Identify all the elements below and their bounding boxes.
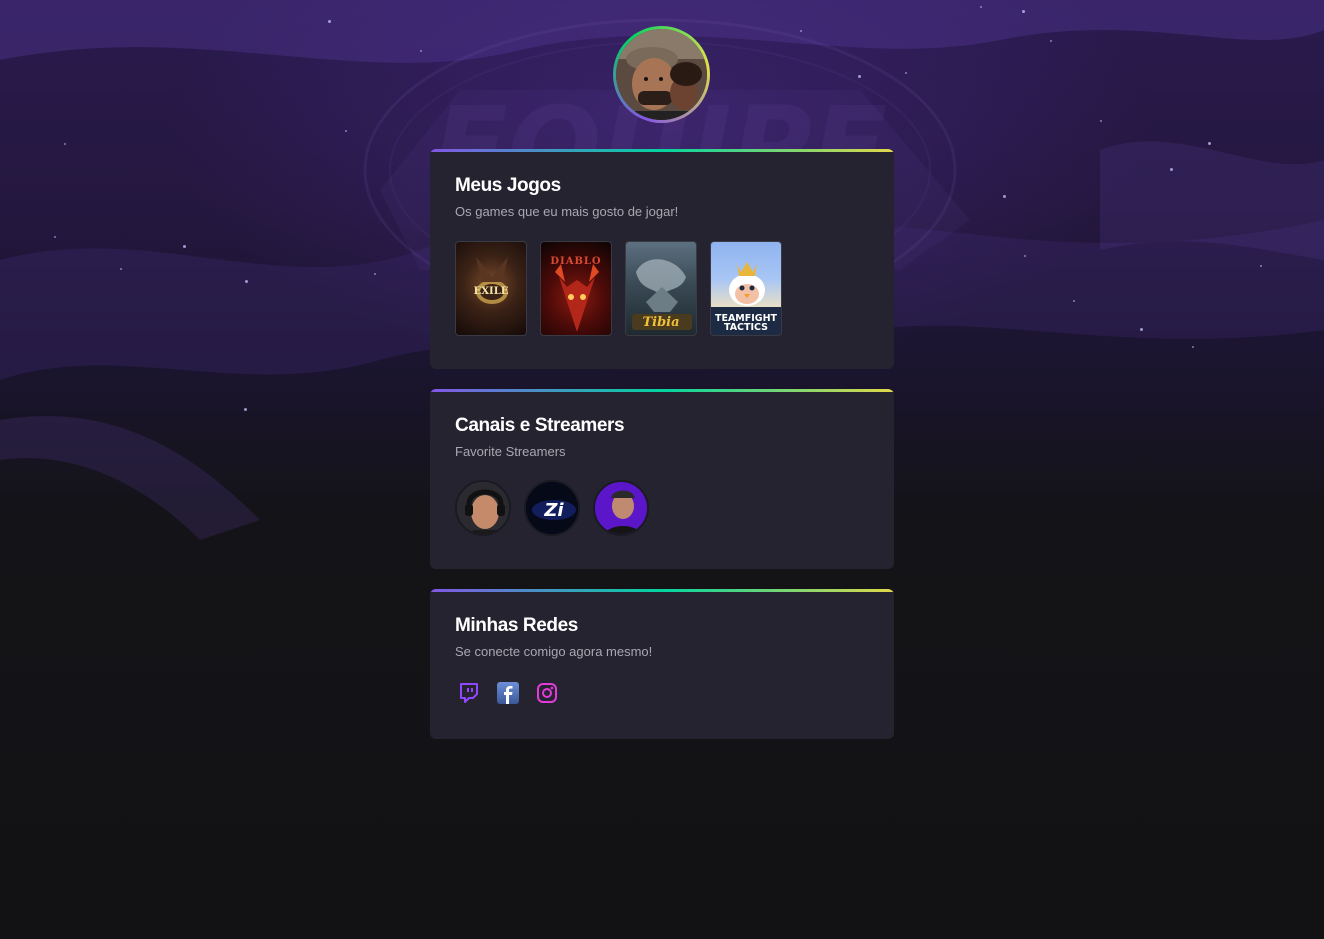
twitch-link[interactable] <box>457 681 481 705</box>
profile-page: Meus Jogos Os games que eu mais gosto de… <box>0 0 1324 939</box>
streamer-avatar-2[interactable]: Zi <box>524 480 580 536</box>
game-label: TEAMFIGHT TACTICS <box>714 313 778 333</box>
avatar-photo <box>616 29 707 120</box>
game-tibia[interactable]: Tibia <box>625 241 697 336</box>
game-path-of-exile[interactable]: EXILE <box>455 241 527 336</box>
games-card-subtitle: Os games que eu mais gosto de jogar! <box>455 204 679 219</box>
game-label: Tibia <box>642 315 680 330</box>
facebook-icon <box>497 682 519 704</box>
game-diablo[interactable]: DIABLO <box>540 241 612 336</box>
instagram-link[interactable] <box>535 681 559 705</box>
streamer-1-photo <box>457 482 509 534</box>
game-label: DIABLO <box>550 256 602 267</box>
streamer-avatar-3[interactable] <box>593 480 649 536</box>
facebook-link[interactable] <box>496 681 520 705</box>
social-card: Minhas Redes Se conecte comigo agora mes… <box>430 589 894 739</box>
streamer-3-photo <box>595 482 647 534</box>
game-teamfight-tactics[interactable]: TEAMFIGHT TACTICS <box>710 241 782 336</box>
streamer-2-logo: Zi <box>526 482 578 534</box>
avatar[interactable] <box>616 29 707 120</box>
streamers-card-title: Canais e Streamers <box>455 415 625 436</box>
avatar-ring <box>613 26 710 123</box>
streamers-card: Canais e Streamers Favorite Streamers Zi <box>430 389 894 569</box>
game-label: EXILE <box>473 286 509 297</box>
twitch-icon <box>460 683 478 703</box>
social-card-subtitle: Se conecte comigo agora mesmo! <box>455 644 653 659</box>
streamers-card-subtitle: Favorite Streamers <box>455 444 566 459</box>
instagram-icon <box>537 683 557 703</box>
streamer-2-label: Zi <box>543 500 564 521</box>
games-card-title: Meus Jogos <box>455 175 561 196</box>
social-card-title: Minhas Redes <box>455 615 578 636</box>
games-card: Meus Jogos Os games que eu mais gosto de… <box>430 149 894 369</box>
streamer-avatar-1[interactable] <box>455 480 511 536</box>
